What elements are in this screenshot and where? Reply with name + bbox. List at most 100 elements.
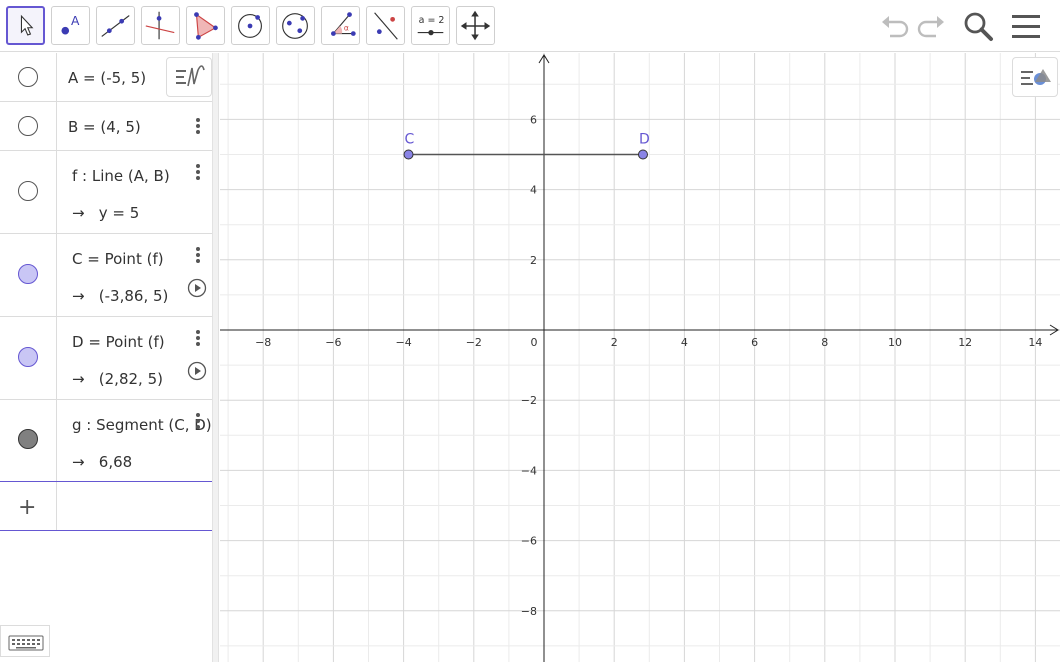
algebra-row-g[interactable]: g : Segment (C, D) → 6,68 [0,400,212,481]
algebra-input-row[interactable]: + [0,481,212,531]
slider-icon: a = 2 [417,15,445,36]
svg-text:A: A [71,14,80,28]
circle-center-icon [238,14,262,38]
svg-text:a = 2: a = 2 [419,15,445,26]
move-graphics-view-tool-button[interactable] [456,6,495,45]
x-tick-label: 6 [751,336,758,349]
more-options-icon[interactable] [192,162,204,182]
polygon-icon [194,12,218,40]
algebra-definition[interactable]: B = (4, 5) [68,118,141,136]
redo-button[interactable] [916,10,948,42]
y-tick-label: −4 [521,464,537,477]
x-tick-label: 0 [531,336,538,349]
reflect-tool-button[interactable] [366,6,405,45]
more-options-icon[interactable] [192,328,204,348]
visibility-toggle-B[interactable] [18,116,38,136]
point-icon: A [61,14,80,35]
more-options-icon[interactable] [192,116,204,136]
search-button[interactable] [962,10,994,42]
graphics-view[interactable]: −8 −6 −4 −2 0 2 4 6 8 10 12 14 6 4 2 −2 −4 −6 −8 CD [220,53,1060,662]
hamburger-menu-icon [1012,15,1040,38]
x-tick-label: 14 [1028,336,1042,349]
arrow-icon: → [72,453,85,471]
more-options-icon[interactable] [192,245,204,265]
perpendicular-icon [145,11,175,40]
algebra-definition[interactable]: A = (-5, 5) [68,69,146,87]
x-tick-label: 8 [821,336,828,349]
perpendicular-line-tool-button[interactable] [141,6,180,45]
algebra-value-text: 6,68 [98,453,133,471]
y-tick-label: −2 [521,394,537,407]
x-tick-label: 10 [888,336,902,349]
graphics-settings-icon [1021,69,1051,85]
keyboard-toggle-button[interactable] [0,625,50,657]
ellipse-tool-button[interactable] [276,6,315,45]
angle-tool-button[interactable]: α [321,6,360,45]
algebra-value: → y = 5 [72,204,139,222]
visibility-toggle-g[interactable] [18,429,38,449]
svg-text:α: α [344,24,349,33]
undo-icon [882,16,909,38]
point-label-D: D [639,132,650,148]
algebra-definition[interactable]: g : Segment (C, D) [72,416,212,434]
algebra-definition[interactable]: D = Point (f) [72,333,165,351]
point-D[interactable] [637,149,648,160]
y-tick-label: 2 [530,254,537,267]
main-menu-button[interactable] [1010,10,1042,42]
graphics-canvas[interactable]: −8 −6 −4 −2 0 2 4 6 8 10 12 14642−2−4−6−8 CD [220,53,1060,662]
more-options-icon[interactable] [192,411,204,431]
y-tick-label: −8 [521,605,537,618]
play-animation-icon[interactable] [187,278,207,298]
keyboard-icon [8,635,44,651]
algebra-definition[interactable]: f : Line (A, B) [72,167,170,185]
cursor-arrow-icon [20,14,34,36]
undo-button[interactable] [878,10,910,42]
angle-icon: α [331,12,356,36]
point-tool-button[interactable]: A [51,6,90,45]
arrow-icon: → [72,287,85,305]
x-tick-label: 2 [611,336,618,349]
toolbar: A α a = 2 [0,0,1060,52]
conic-icon [282,13,308,39]
redo-icon [917,16,944,38]
play-animation-icon[interactable] [187,361,207,381]
algebra-row-C[interactable]: C = Point (f) → (-3,86, 5) [0,234,212,317]
algebra-value-text: (2,82, 5) [98,370,163,388]
algebra-sort-button[interactable] [166,57,212,97]
algebra-row-B[interactable]: B = (4, 5) [0,102,212,151]
visibility-toggle-C[interactable] [18,264,38,284]
add-item-icon[interactable]: + [18,495,36,520]
x-tick-label: −8 [255,336,271,349]
view-splitter[interactable] [212,53,219,662]
algebra-definition[interactable]: C = Point (f) [72,250,164,268]
algebra-value: → (2,82, 5) [72,370,163,388]
move-tool-button[interactable] [6,6,45,45]
line-tool-button[interactable] [96,6,135,45]
x-tick-label: −2 [466,336,482,349]
sort-list-icon [176,65,205,87]
point-label-C: C [405,132,415,148]
algebra-value-text: (-3,86, 5) [98,287,169,305]
arrow-icon: → [72,370,85,388]
geometric-objects[interactable]: CD [403,132,650,160]
graphics-style-button[interactable] [1012,57,1058,97]
point-C[interactable] [403,149,414,160]
x-tick-label: 12 [958,336,972,349]
algebra-row-D[interactable]: D = Point (f) → (2,82, 5) [0,317,212,400]
search-icon [964,12,993,41]
y-tick-label: −6 [521,535,537,548]
algebra-value: → 6,68 [72,453,132,471]
visibility-toggle-D[interactable] [18,347,38,367]
visibility-toggle-f[interactable] [18,181,38,201]
reflect-icon [374,12,398,40]
x-tick-label: −4 [395,336,411,349]
slider-tool-button[interactable]: a = 2 [411,6,450,45]
algebra-row-f[interactable]: f : Line (A, B) → y = 5 [0,151,212,234]
algebra-value: → (-3,86, 5) [72,287,168,305]
algebra-value-text: y = 5 [98,204,140,222]
visibility-toggle-A[interactable] [18,67,38,87]
arrow-icon: → [72,204,85,222]
x-tick-label: 4 [681,336,688,349]
circle-tool-button[interactable] [231,6,270,45]
polygon-tool-button[interactable] [186,6,225,45]
